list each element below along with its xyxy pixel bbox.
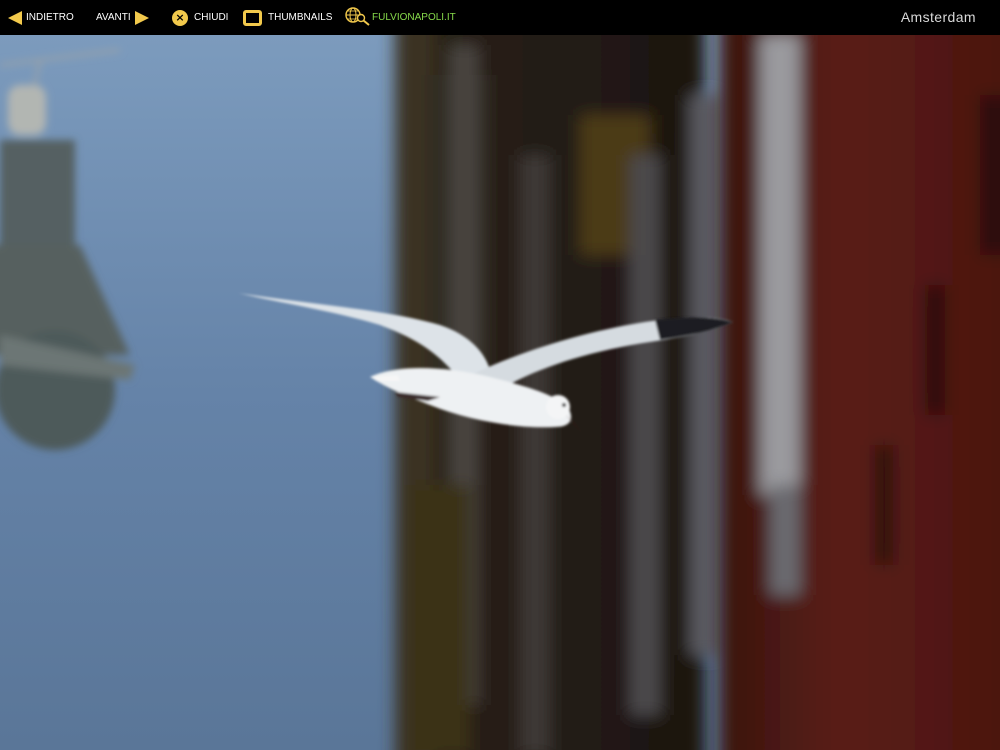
page-title: Amsterdam xyxy=(900,9,976,25)
forward-label: AVANTI xyxy=(96,12,131,23)
close-button[interactable]: × CHIUDI xyxy=(172,0,228,35)
back-label: INDIETRO xyxy=(26,12,74,23)
top-navigation-bar: INDIETRO AVANTI × CHIUDI THUMBNAILS FULV… xyxy=(0,0,1000,35)
thumbnails-icon xyxy=(243,9,262,26)
close-label: CHIUDI xyxy=(194,12,229,23)
back-button[interactable]: INDIETRO xyxy=(8,0,74,35)
globe-search-icon xyxy=(344,6,370,29)
seagull-photo xyxy=(0,35,1000,750)
site-label: FULVIONAPOLI.IT xyxy=(372,12,456,23)
thumbnails-button[interactable]: THUMBNAILS xyxy=(243,0,332,35)
arrow-left-icon xyxy=(8,10,22,25)
thumbnails-label: THUMBNAILS xyxy=(268,12,333,23)
close-icon: × xyxy=(172,9,188,26)
site-link[interactable]: FULVIONAPOLI.IT xyxy=(344,0,456,35)
forward-button[interactable]: AVANTI xyxy=(96,0,149,35)
arrow-right-icon xyxy=(134,10,149,25)
